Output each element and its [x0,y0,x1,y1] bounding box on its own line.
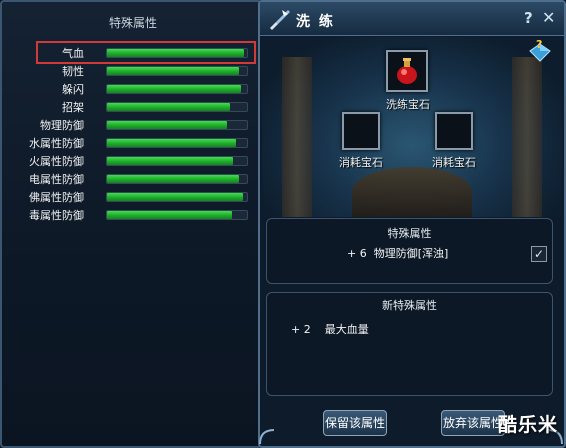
attribute-row: 毒属性防御 [0,206,262,224]
refine-gem-label: 洗练宝石 [386,98,430,111]
close-icon[interactable]: ✕ [542,8,555,27]
attribute-bar-fill [107,139,236,147]
refine-gem-slot[interactable] [386,50,428,92]
attribute-bar-fill [107,157,233,165]
watermark: 酷乐米 [498,414,559,436]
attribute-row: 躲闪 [0,80,262,98]
attribute-row: 韧性 [0,62,262,80]
attribute-row: 物理防御 [0,116,262,134]
attribute-bar [106,192,248,202]
attribute-label: 物理防御 [40,119,84,132]
attribute-bar-fill [107,103,231,111]
new-attribute-box: 新特殊属性 + 2 最大血量 [266,292,553,396]
attribute-row: 佛属性防御 [0,188,262,206]
consume-gem-slot-right[interactable] [435,112,473,150]
scene-pillar-left [282,57,312,217]
consume-gem-label-left: 消耗宝石 [339,156,383,169]
attribute-bar [106,120,248,130]
red-potion-icon [397,58,417,84]
attribute-label: 电属性防御 [29,173,84,186]
attribute-row: 招架 [0,98,262,116]
attribute-bar [106,156,248,166]
refine-window-title: 洗 练 [296,14,335,30]
attribute-bar-fill [107,85,242,93]
help-icon[interactable]: ? [524,9,533,27]
new-attribute-line: + 2 最大血量 [291,323,369,336]
attribute-row: 火属性防御 [0,152,262,170]
corner-ornament-left [259,429,275,445]
attribute-bar-fill [107,193,243,201]
gem-help-icon[interactable]: ? [529,38,551,62]
discard-attribute-button[interactable]: 放弃该属性 [441,410,505,436]
attribute-bar-fill [107,175,239,183]
special-attribute-line: + 6 物理防御[浑浊] [347,247,449,260]
attribute-label: 韧性 [62,65,84,78]
attribute-highlight-box [36,41,256,64]
consume-gem-label-right: 消耗宝石 [432,156,476,169]
attribute-bar [106,210,248,220]
attribute-panel-title: 特殊属性 [108,16,157,30]
new-attribute-title: 新特殊属性 [382,299,437,312]
keep-attribute-checkbox[interactable]: ✓ [531,246,547,262]
attribute-label: 毒属性防御 [29,209,84,222]
attribute-label: 火属性防御 [29,155,84,168]
attribute-label: 招架 [62,101,84,114]
attribute-bar-fill [107,211,232,219]
refine-window-header[interactable]: 洗 练 ? ✕ [260,2,564,36]
svg-text:?: ? [536,38,542,51]
scene-altar [352,167,472,217]
attribute-bar-fill [107,67,239,75]
attribute-bar [106,102,248,112]
sword-icon [270,10,290,30]
special-attribute-title: 特殊属性 [387,227,432,240]
attribute-row: 电属性防御 [0,170,262,188]
checkmark-icon: ✓ [533,247,545,261]
attribute-label: 水属性防御 [29,137,84,150]
attribute-bar [106,174,248,184]
attribute-bar-fill [107,121,228,129]
attribute-row: 水属性防御 [0,134,262,152]
special-attribute-box: 特殊属性 + 6 物理防御[浑浊] ✓ [266,218,553,284]
attribute-label: 躲闪 [62,83,84,96]
scene-pillar-right [512,57,542,217]
keep-attribute-button[interactable]: 保留该属性 [323,410,387,436]
attribute-bar [106,138,248,148]
attribute-label: 佛属性防御 [29,191,84,204]
attribute-bar [106,66,248,76]
attribute-bar [106,84,248,94]
consume-gem-slot-left[interactable] [342,112,380,150]
